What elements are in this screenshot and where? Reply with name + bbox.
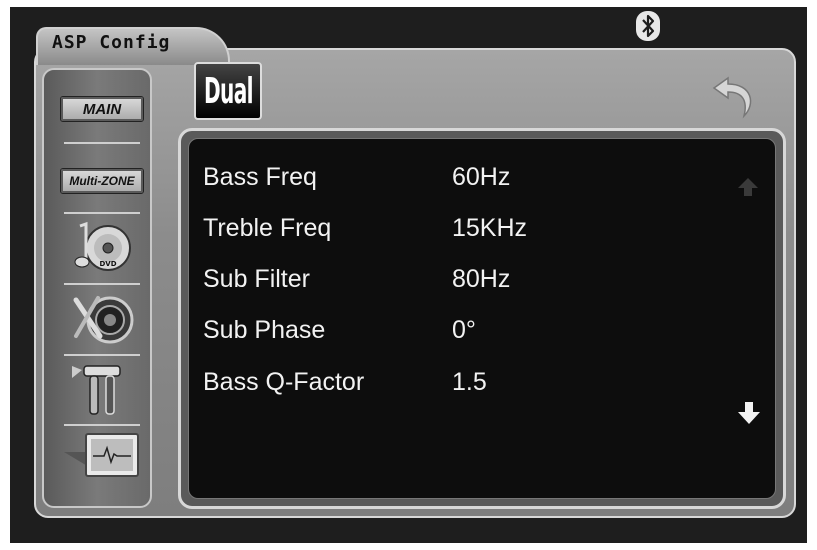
- setting-label-bass-freq[interactable]: Bass Freq: [203, 162, 317, 192]
- setting-label-sub-filter[interactable]: Sub Filter: [203, 264, 310, 294]
- sidebar-item-multi-zone[interactable]: Multi-ZONE: [60, 168, 144, 194]
- sidebar-divider: [64, 212, 140, 214]
- back-arrow-icon[interactable]: [708, 72, 760, 122]
- setting-value-treble-freq[interactable]: 15KHz: [452, 213, 527, 243]
- sidebar-divider: [64, 142, 140, 144]
- sidebar-divider: [64, 283, 140, 285]
- sidebar-item-label: MAIN: [82, 100, 122, 118]
- svg-text:DVD: DVD: [99, 260, 116, 268]
- setting-label-sub-phase[interactable]: Sub Phase: [203, 315, 325, 345]
- setting-value-sub-phase[interactable]: 0°: [452, 315, 476, 345]
- tools-icon[interactable]: [64, 356, 140, 420]
- setting-value-bass-freq[interactable]: 60Hz: [452, 162, 510, 192]
- sidebar-divider: [64, 424, 140, 426]
- dvd-music-icon[interactable]: DVD: [64, 216, 140, 280]
- asp-monitor-icon[interactable]: [64, 430, 140, 494]
- arrow-down-icon[interactable]: [737, 400, 761, 426]
- page-title: ASP Config: [52, 32, 171, 53]
- speaker-settings-icon[interactable]: [64, 286, 140, 350]
- sidebar-item-label: Multi-ZONE: [69, 174, 135, 188]
- setting-label-bass-q-factor[interactable]: Bass Q-Factor: [203, 367, 364, 397]
- arrow-up-icon[interactable]: [737, 176, 759, 198]
- brand-logo-text: Dual: [203, 70, 254, 112]
- brand-logo: Dual: [194, 62, 262, 120]
- setting-label-treble-freq[interactable]: Treble Freq: [203, 213, 331, 243]
- setting-value-sub-filter[interactable]: 80Hz: [452, 264, 510, 294]
- sidebar-item-main[interactable]: MAIN: [60, 96, 144, 122]
- bluetooth-icon: [636, 11, 660, 41]
- setting-value-bass-q-factor[interactable]: 1.5: [452, 367, 487, 397]
